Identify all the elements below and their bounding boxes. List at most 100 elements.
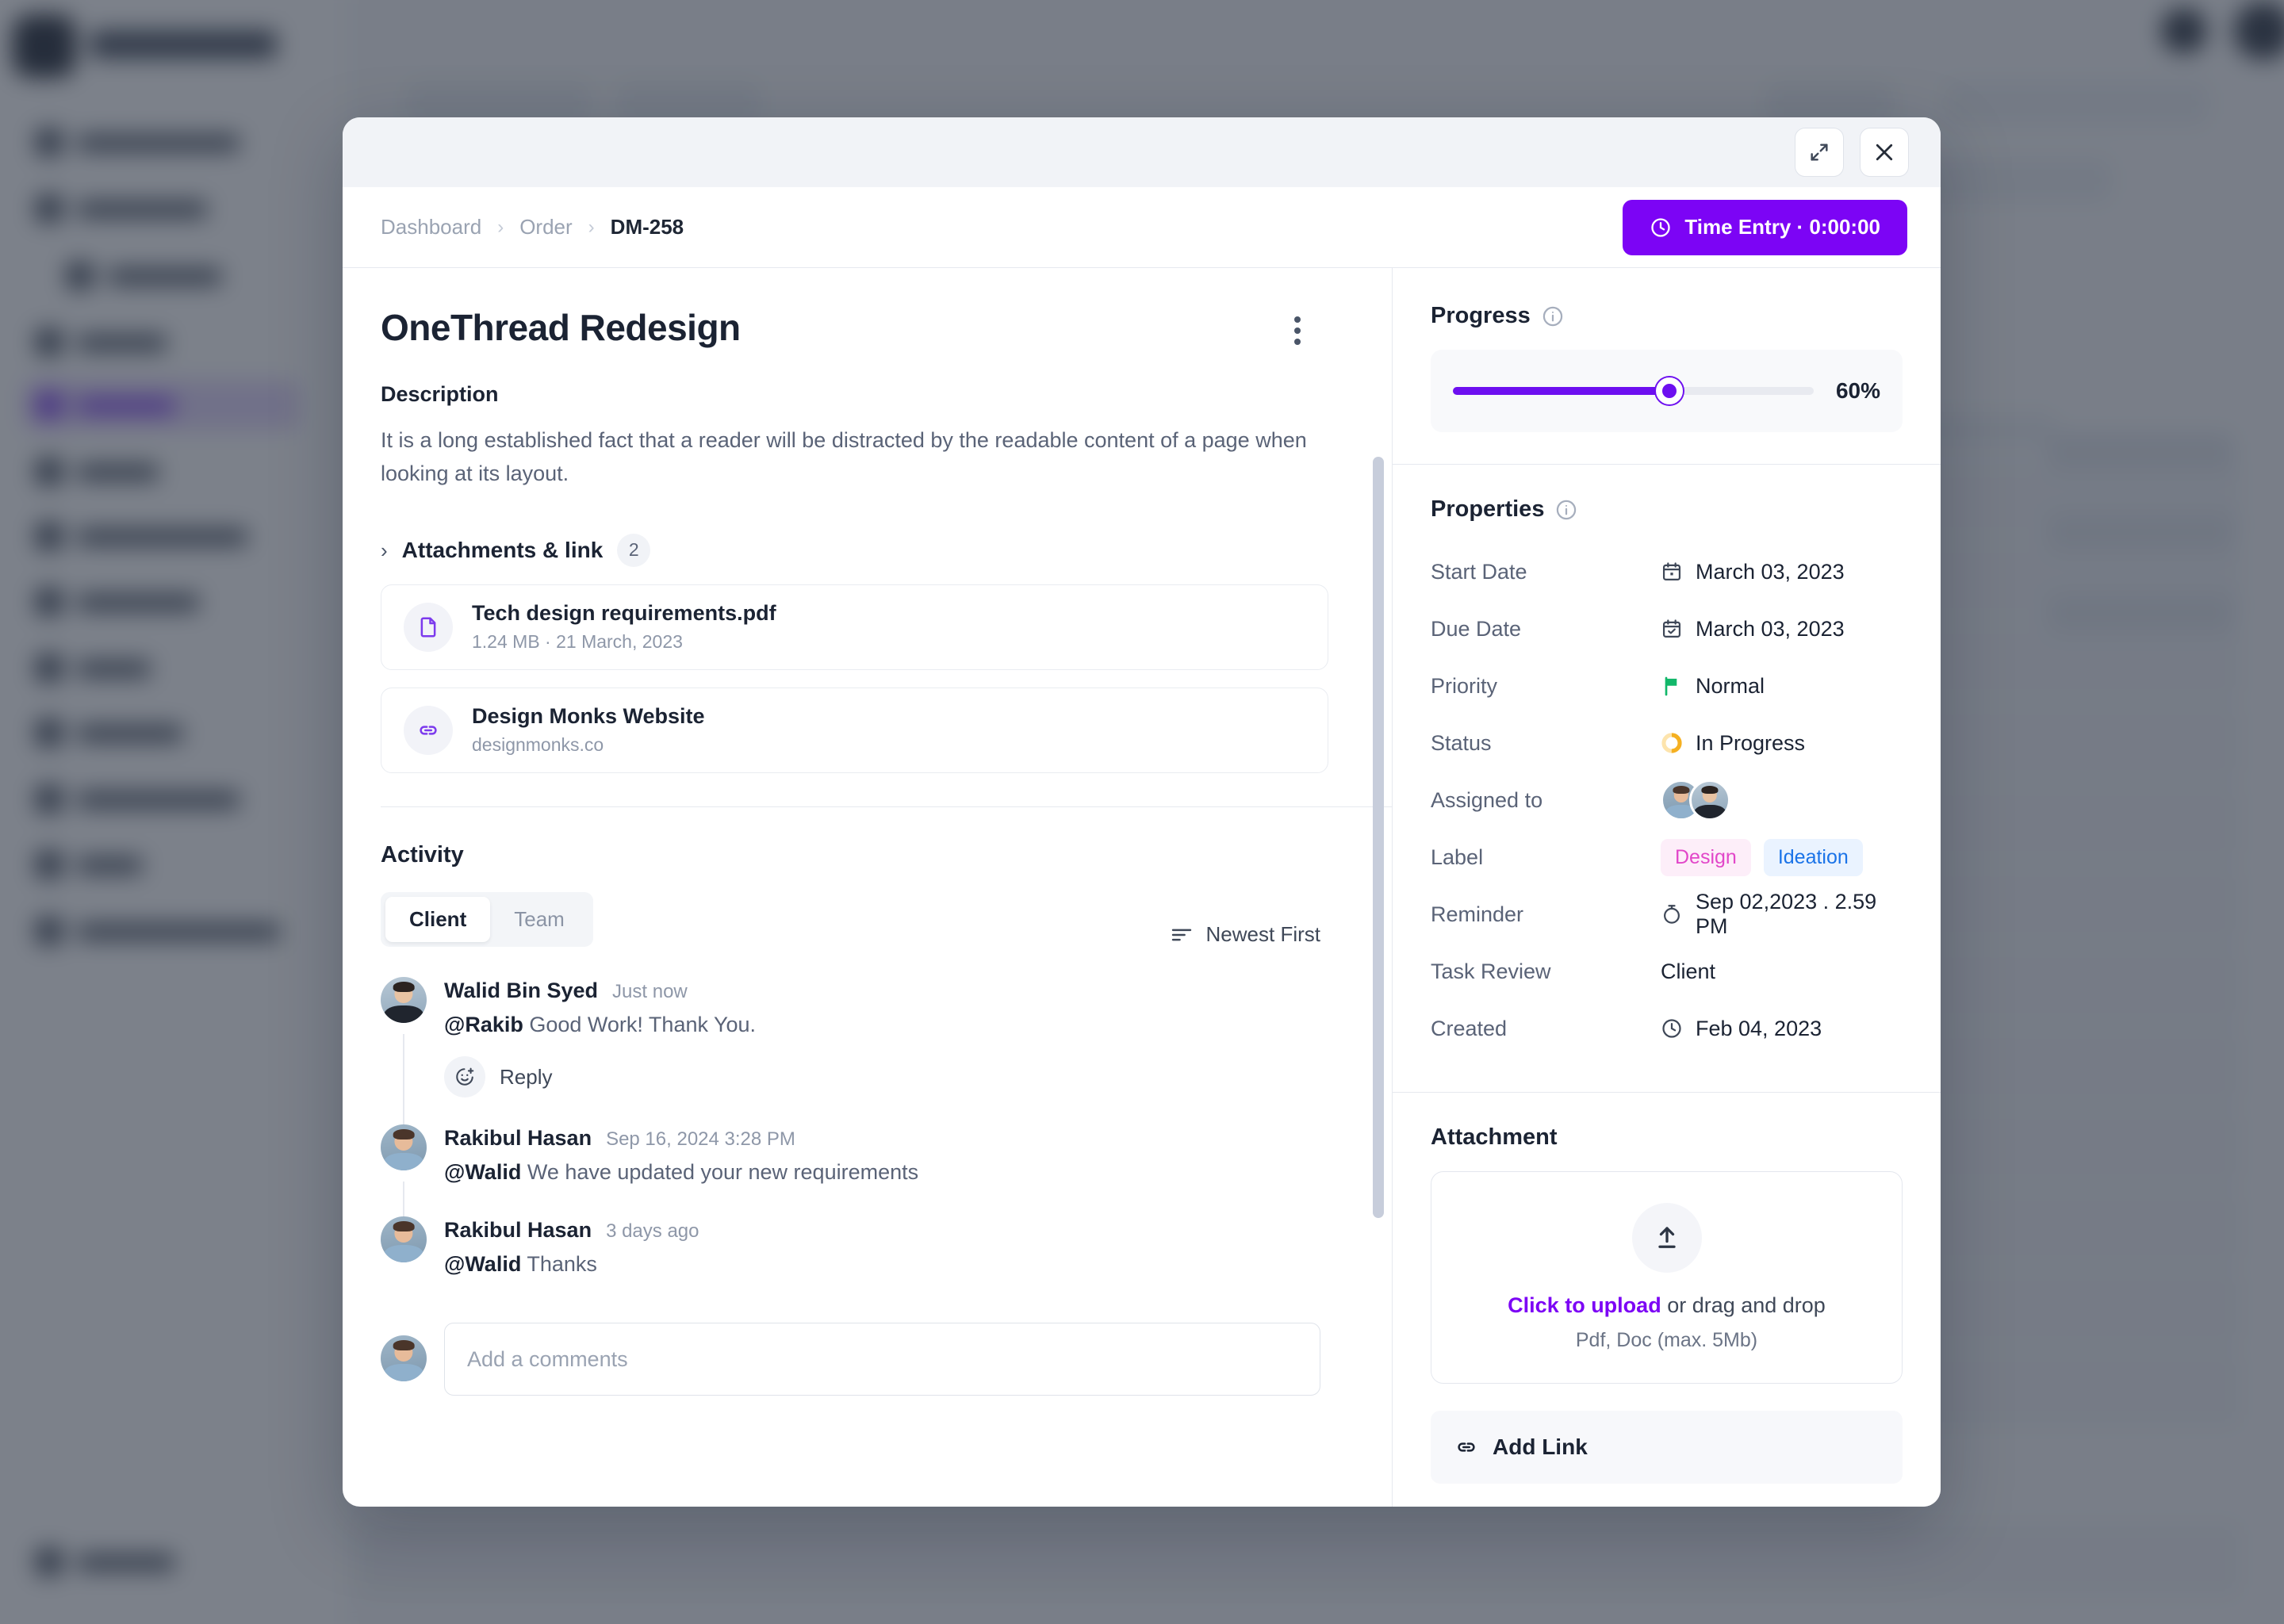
expand-icon[interactable] xyxy=(1795,128,1844,177)
task-title-row: OneThread Redesign xyxy=(381,306,1392,349)
comment-mention[interactable]: @Walid xyxy=(444,1160,521,1184)
property-key: Label xyxy=(1431,845,1484,869)
close-icon[interactable] xyxy=(1860,128,1909,177)
attachment-panel: Attachment Click to upload or drag and d… xyxy=(1393,1093,1941,1507)
breadcrumb: Dashboard › Order › DM-258 xyxy=(381,215,684,239)
property-value[interactable]: Client xyxy=(1661,959,1715,984)
label-tag-design[interactable]: Design xyxy=(1661,838,1751,876)
add-link-button[interactable]: Add Link xyxy=(1431,1411,1903,1484)
calendar-icon xyxy=(1661,561,1683,583)
description-label: Description xyxy=(381,382,499,406)
property-key: Task Review xyxy=(1431,959,1551,983)
file-icon xyxy=(404,602,453,652)
comment-list: Walid Bin Syed Just now @Rakib Good Work… xyxy=(381,977,1392,1293)
avatar xyxy=(381,1124,427,1171)
property-value-text: In Progress xyxy=(1696,730,1806,755)
comment-reply-row: Reply xyxy=(444,1056,756,1098)
property-value[interactable]: Normal xyxy=(1661,674,1765,699)
label-tag-ideation[interactable]: Ideation xyxy=(1763,838,1863,876)
modal-titlebar xyxy=(343,117,1941,187)
property-row-status: Status In Progress xyxy=(1431,714,1903,772)
chevron-right-icon: › xyxy=(588,216,595,238)
comment-input[interactable]: Add a comments xyxy=(444,1323,1320,1396)
attachments-section-header[interactable]: › Attachments & link 2 xyxy=(381,533,1392,567)
task-detail-modal: Dashboard › Order › DM-258 Time Entry · … xyxy=(343,117,1941,1507)
link-icon xyxy=(1454,1435,1478,1459)
comment-timestamp: 3 days ago xyxy=(606,1220,699,1243)
avatar xyxy=(1689,779,1730,821)
property-value[interactable]: March 03, 2023 xyxy=(1661,617,1845,642)
breadcrumb-bar: Dashboard › Order › DM-258 Time Entry · … xyxy=(343,187,1941,268)
sort-order-label: Newest First xyxy=(1205,922,1320,947)
info-icon[interactable] xyxy=(1542,305,1564,327)
avatar xyxy=(381,1216,427,1263)
attachment-link-item[interactable]: Design Monks Website designmonks.co xyxy=(381,687,1328,773)
tab-client[interactable]: Client xyxy=(385,897,491,943)
add-link-label: Add Link xyxy=(1493,1434,1588,1459)
property-value[interactable]: In Progress xyxy=(1661,731,1805,756)
comment-header: Walid Bin Syed Just now xyxy=(444,979,756,1003)
scrollbar-thumb[interactable] xyxy=(1373,457,1384,1218)
property-value[interactable] xyxy=(1661,779,1730,821)
property-key: Status xyxy=(1431,730,1492,755)
comment-mention[interactable]: @Rakib xyxy=(444,1013,523,1036)
link-icon xyxy=(404,705,453,755)
comment-author: Rakibul Hasan xyxy=(444,1218,592,1243)
property-row-task-review: Task Review Client xyxy=(1431,943,1903,1000)
breadcrumb-item-order[interactable]: Order xyxy=(519,215,572,239)
comment-mention[interactable]: @Walid xyxy=(444,1252,521,1276)
time-entry-label: Time Entry · 0:00:00 xyxy=(1684,215,1880,239)
donut-progress-icon xyxy=(1661,732,1683,754)
comment-header: Rakibul Hasan 3 days ago xyxy=(444,1218,699,1243)
breadcrumb-item-current: DM-258 xyxy=(610,215,684,239)
property-row-created: Created Feb 04, 2023 xyxy=(1431,1000,1903,1057)
breadcrumb-item-dashboard[interactable]: Dashboard xyxy=(381,215,481,239)
task-detail-column: OneThread Redesign Description It is a l… xyxy=(343,268,1393,1507)
progress-section: Progress 60% xyxy=(1393,268,1941,465)
page-title: OneThread Redesign xyxy=(381,307,741,348)
comment-body-text: We have updated your new requirements xyxy=(521,1160,919,1185)
emoji-add-icon[interactable] xyxy=(444,1056,485,1098)
property-key: Due Date xyxy=(1431,616,1522,641)
stopwatch-icon xyxy=(1661,903,1683,925)
property-key: Start Date xyxy=(1431,559,1527,584)
clock-icon xyxy=(1661,1017,1683,1040)
progress-header: Progress xyxy=(1431,303,1903,329)
upload-dropzone[interactable]: Click to upload or drag and drop Pdf, Do… xyxy=(1431,1171,1903,1384)
comment-item: Rakibul Hasan Sep 16, 2024 3:28 PM @Wali… xyxy=(381,1124,1392,1227)
attachment-file-item[interactable]: Tech design requirements.pdf 1.24 MB · 2… xyxy=(381,584,1328,670)
chevron-right-icon: › xyxy=(497,216,504,238)
comment-body-text: Good Work! Thank You. xyxy=(523,1013,757,1037)
progress-card: 60% xyxy=(1431,350,1903,432)
assignee-avatar-stack[interactable] xyxy=(1661,779,1730,821)
property-value[interactable]: Sep 02,2023 . 2.59 PM xyxy=(1661,890,1903,939)
progress-slider[interactable] xyxy=(1453,377,1814,404)
properties-section: Properties Start Date March 03, 2023 Due… xyxy=(1393,465,1941,1093)
attachments-count-badge: 2 xyxy=(617,533,651,567)
property-row-reminder: Reminder Sep 02,2023 . 2.59 PM xyxy=(1431,886,1903,943)
scrollbar-track[interactable] xyxy=(1373,268,1384,1507)
reply-button[interactable]: Reply xyxy=(500,1065,552,1090)
property-value-text: Feb 04, 2023 xyxy=(1696,1016,1822,1040)
tab-team[interactable]: Team xyxy=(490,897,588,942)
comment-author: Rakibul Hasan xyxy=(444,1126,592,1151)
property-value-text: March 03, 2023 xyxy=(1696,616,1845,641)
info-icon[interactable] xyxy=(1555,499,1577,521)
sort-order-control[interactable]: Newest First xyxy=(1170,922,1320,947)
calendar-check-icon xyxy=(1661,618,1683,640)
time-entry-button[interactable]: Time Entry · 0:00:00 xyxy=(1623,199,1907,255)
comment-timestamp: Just now xyxy=(612,981,688,1003)
property-value-text: Sep 02,2023 . 2.59 PM xyxy=(1696,890,1877,938)
upload-prompt: Click to upload or drag and drop xyxy=(1508,1293,1826,1318)
properties-label: Properties xyxy=(1431,496,1545,522)
upload-link[interactable]: Click to upload xyxy=(1508,1293,1661,1317)
property-value[interactable]: March 03, 2023 xyxy=(1661,560,1845,584)
description-text: It is a long established fact that a rea… xyxy=(381,428,1307,485)
property-row-due-date: Due Date March 03, 2023 xyxy=(1431,600,1903,657)
progress-slider-handle[interactable] xyxy=(1655,377,1683,404)
comment-item: Walid Bin Syed Just now @Rakib Good Work… xyxy=(381,977,1392,1135)
kebab-menu-icon[interactable] xyxy=(1279,312,1316,349)
comment-item: Rakibul Hasan 3 days ago @Walid Thanks xyxy=(381,1216,1392,1293)
property-value[interactable]: Design Ideation xyxy=(1661,838,1863,876)
property-value-text: Client xyxy=(1661,959,1716,983)
